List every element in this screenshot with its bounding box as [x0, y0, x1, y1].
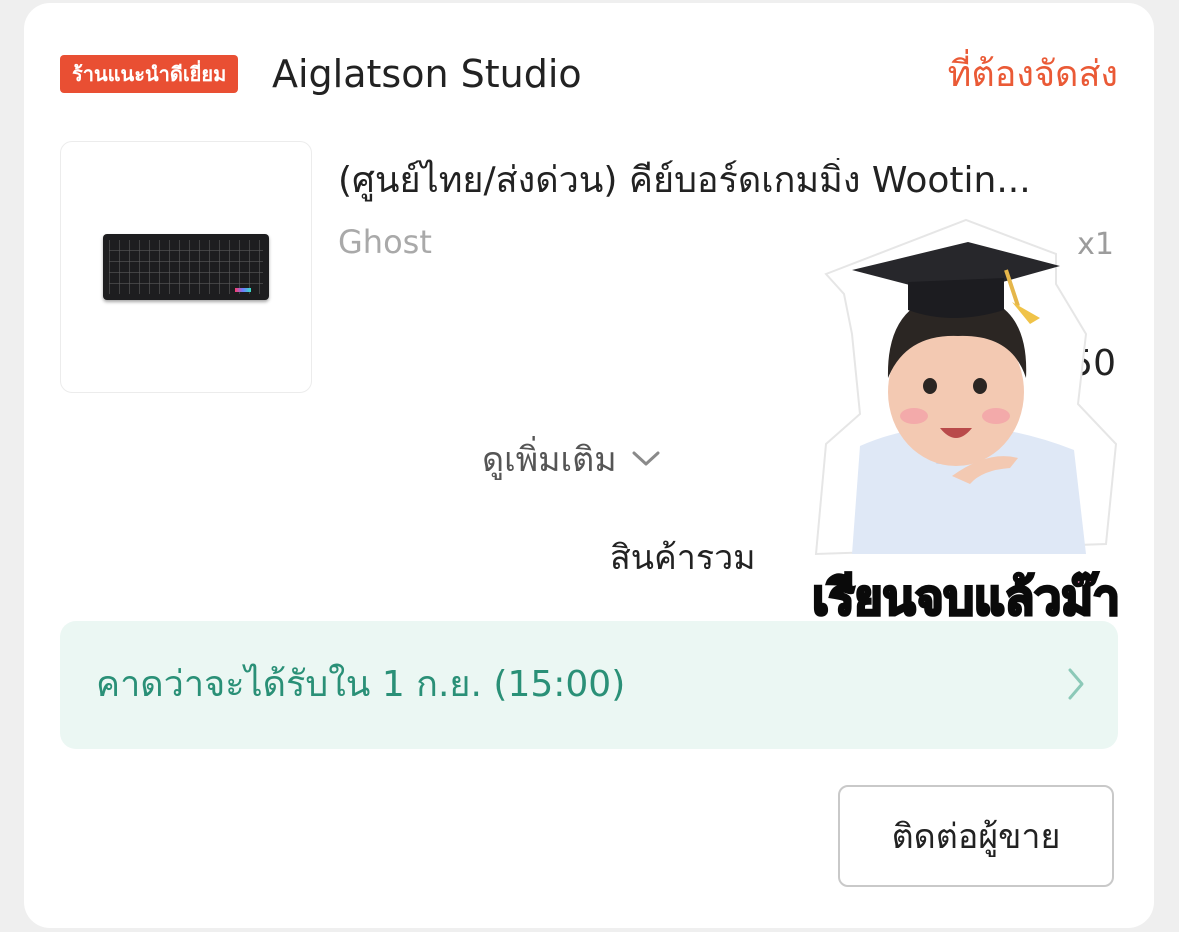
- see-more-button[interactable]: ดูเพิ่มเติม: [482, 435, 661, 483]
- contact-seller-button[interactable]: ติดต่อผู้ขาย: [838, 785, 1114, 887]
- shop-header: ร้านแนะนำดีเยี่ยม Aiglatson Studio ที่ต้…: [60, 51, 1120, 99]
- product-title[interactable]: (ศูนย์ไทย/ส่งด่วน) คีย์บอร์ดเกมมิ่ง Woot…: [338, 158, 1128, 204]
- order-status: ที่ต้องจัดส่ง: [947, 54, 1118, 95]
- product-variant: Ghost: [338, 223, 432, 261]
- chevron-down-icon: [632, 451, 660, 466]
- keyboard-image: [103, 234, 269, 300]
- sticker-caption: เรียนจบแล้วม๊า: [811, 569, 1122, 628]
- delivery-estimate-text: คาดว่าจะได้รับใน 1 ก.ย. (15:00): [96, 664, 626, 705]
- product-thumbnail[interactable]: [60, 141, 312, 393]
- graduate-child-image: [814, 218, 1118, 556]
- shop-name[interactable]: Aiglatson Studio: [272, 51, 582, 97]
- preferred-shop-badge: ร้านแนะนำดีเยี่ยม: [60, 55, 239, 93]
- delivery-estimate-banner[interactable]: คาดว่าจะได้รับใน 1 ก.ย. (15:00): [60, 621, 1118, 749]
- graduation-sticker: เรียนจบแล้วม๊า: [756, 214, 1176, 634]
- see-more-label: ดูเพิ่มเติม: [482, 440, 617, 480]
- total-label: สินค้ารวม: [610, 538, 756, 578]
- chevron-right-icon: [1068, 668, 1084, 700]
